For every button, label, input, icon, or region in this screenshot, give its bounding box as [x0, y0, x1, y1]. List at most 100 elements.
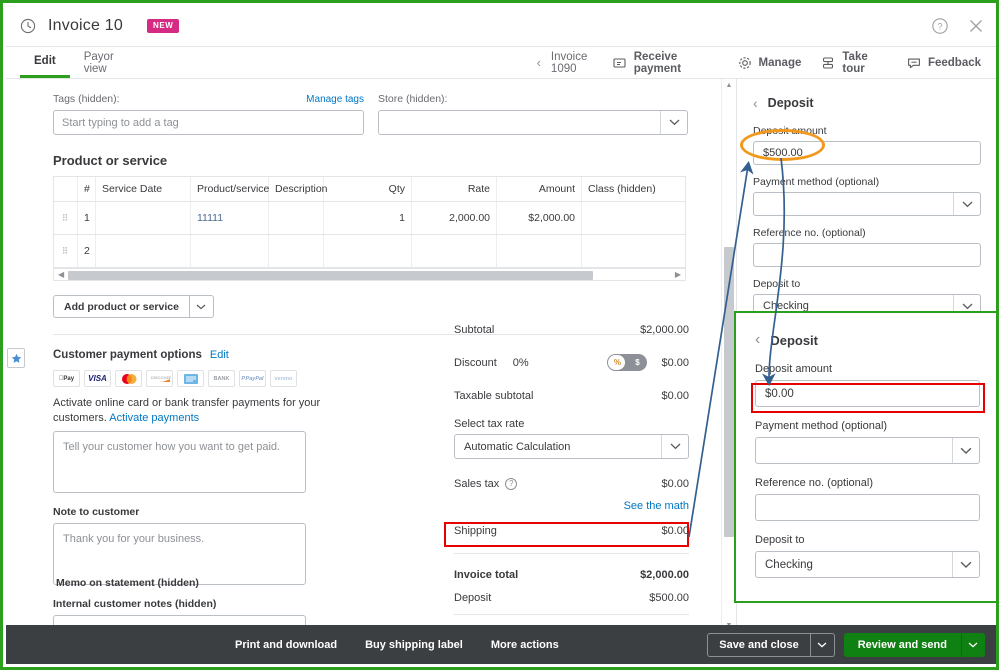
cell-description[interactable] — [269, 202, 324, 234]
manage-button[interactable]: Manage — [738, 56, 801, 70]
tags-store-row: Tags (hidden): Manage tags Start typing … — [53, 93, 699, 135]
add-product-button[interactable]: Add product or service — [53, 295, 190, 318]
deposit-row[interactable]: Deposit $500.00 — [454, 587, 689, 608]
scroll-right-icon[interactable]: ▶ — [671, 270, 685, 279]
review-and-send-button[interactable]: Review and send — [843, 632, 961, 657]
cell-rate[interactable]: 2,000.00 — [412, 202, 497, 234]
breadcrumb-label: Invoice 1090 — [550, 50, 588, 75]
callout-reference-no-input[interactable] — [755, 494, 980, 521]
cell-class[interactable] — [582, 202, 667, 234]
cell-rate[interactable] — [412, 235, 497, 267]
col-number: # — [78, 177, 96, 201]
reference-no-input[interactable] — [753, 243, 981, 267]
shipping-row: Shipping $0.00 — [454, 520, 689, 541]
chevron-down-icon[interactable] — [952, 438, 979, 463]
vertical-scrollbar-thumb[interactable] — [724, 247, 734, 537]
subtotal-row: Subtotal $2,000.00 — [454, 319, 689, 340]
table-row[interactable]: ⠿ 1 11111 1 2,000.00 $2,000.00 — [54, 202, 685, 235]
new-badge: NEW — [146, 19, 180, 33]
sales-tax-row: Sales tax ? $0.00 — [454, 473, 689, 494]
chevron-left-icon[interactable]: ‹ — [753, 95, 758, 111]
table-horizontal-scrollbar[interactable]: ◀ ▶ — [53, 268, 686, 281]
send-chevron-down-icon[interactable] — [961, 632, 985, 657]
payment-method-select[interactable] — [753, 192, 981, 216]
chevron-down-icon[interactable] — [952, 552, 979, 577]
apple-pay-icon: Pay — [53, 370, 80, 387]
col-product: Product/service — [191, 177, 269, 201]
page-vertical-scrollbar[interactable]: ▲ ▼ — [721, 79, 735, 631]
cell-amount — [497, 235, 582, 267]
shortcut-star-button[interactable] — [7, 348, 25, 368]
take-tour-label: Take tour — [842, 50, 868, 75]
taxable-subtotal-value: $0.00 — [661, 389, 689, 402]
manage-tags-link[interactable]: Manage tags — [306, 94, 364, 105]
note-to-customer-textarea[interactable]: Thank you for your business. — [53, 523, 306, 585]
mastercard-icon — [115, 370, 142, 387]
save-and-close-button[interactable]: Save and close — [707, 632, 811, 657]
payment-method-label: Payment method (optional) — [753, 176, 880, 188]
chevron-down-icon[interactable] — [661, 435, 688, 458]
close-icon[interactable] — [967, 17, 985, 35]
app-window: Invoice 10 NEW ? Edit Payor view ‹ Invoi… — [0, 0, 999, 670]
discount-value: $0.00 — [661, 356, 689, 369]
chevron-left-icon[interactable]: ‹ — [755, 331, 760, 349]
buy-shipping-label-button[interactable]: Buy shipping label — [365, 639, 463, 651]
scrollbar-thumb[interactable] — [68, 271, 593, 280]
cell-description[interactable] — [269, 235, 324, 267]
invoice-total-label: Invoice total — [454, 568, 519, 581]
payment-message-textarea[interactable]: Tell your customer how you want to get p… — [53, 431, 306, 493]
tags-input[interactable]: Start typing to add a tag — [53, 110, 364, 135]
drag-handle-icon[interactable]: ⠿ — [54, 202, 78, 234]
cell-service-date[interactable] — [96, 202, 191, 234]
activate-payments-link[interactable]: Activate payments — [109, 412, 199, 424]
receive-payment-button[interactable]: Receive payment — [613, 51, 718, 75]
take-tour-button[interactable]: Take tour — [821, 51, 887, 75]
sales-tax-label: Sales tax — [454, 477, 500, 490]
add-product-group: Add product or service — [53, 295, 214, 318]
store-select[interactable] — [378, 110, 688, 135]
scroll-left-icon[interactable]: ◀ — [54, 270, 68, 279]
note-placeholder: Thank you for your business. — [63, 533, 205, 545]
cell-product[interactable]: 11111 — [191, 202, 269, 234]
totals-divider — [454, 614, 689, 615]
deposit-callout-panel: ‹ Deposit Deposit amount $0.00 Payment m… — [734, 311, 996, 603]
sales-tax-help-icon[interactable]: ? — [505, 477, 518, 490]
table-row[interactable]: ⠿ 2 — [54, 235, 685, 268]
chevron-down-icon[interactable] — [953, 193, 980, 215]
breadcrumb[interactable]: ‹ Invoice 1090 — [537, 47, 613, 78]
print-and-download-button[interactable]: Print and download — [235, 639, 337, 651]
chevron-down-icon[interactable] — [660, 111, 687, 134]
cell-qty[interactable] — [324, 235, 412, 267]
tab-edit[interactable]: Edit — [20, 47, 70, 78]
cell-product[interactable] — [191, 235, 269, 267]
callout-deposit-to-select[interactable]: Checking — [755, 551, 980, 578]
payment-options-edit-link[interactable]: Edit — [210, 349, 229, 361]
see-the-math-link[interactable]: See the math — [454, 500, 689, 512]
more-actions-button[interactable]: More actions — [491, 639, 559, 651]
save-chevron-down-icon[interactable] — [810, 632, 835, 657]
drag-handle-icon[interactable]: ⠿ — [54, 235, 78, 267]
discount-percent[interactable]: 0% — [513, 357, 529, 369]
tax-rate-select[interactable]: Automatic Calculation — [454, 434, 689, 459]
scroll-up-icon[interactable]: ▲ — [722, 79, 736, 91]
cell-service-date[interactable] — [96, 235, 191, 267]
discount-type-toggle[interactable]: % $ — [607, 354, 648, 371]
invoice-total-row: Invoice total $2,000.00 — [454, 564, 689, 585]
svg-text:?: ? — [937, 22, 942, 32]
paypal-icon: P PayPal — [239, 370, 266, 387]
svg-text:DISCOVER: DISCOVER — [151, 375, 171, 380]
tab-payor-view[interactable]: Payor view — [70, 47, 152, 78]
feedback-button[interactable]: Feedback — [907, 56, 981, 70]
deposit-amount-input[interactable]: $500.00 — [753, 141, 981, 165]
callout-deposit-amount-input[interactable]: $0.00 — [755, 380, 980, 407]
amex-icon — [177, 370, 204, 387]
receive-payment-label: Receive payment — [633, 50, 682, 75]
cell-qty[interactable]: 1 — [324, 202, 412, 234]
callout-reference-no-label: Reference no. (optional) — [755, 477, 874, 489]
callout-payment-method-select[interactable] — [755, 437, 980, 464]
cell-class[interactable] — [582, 235, 667, 267]
tab-bar: Edit Payor view ‹ Invoice 1090 Receive p… — [6, 47, 996, 79]
chevron-left-icon[interactable]: ‹ — [537, 55, 541, 70]
add-product-chevron-down-icon[interactable] — [189, 295, 214, 318]
help-icon[interactable]: ? — [931, 17, 949, 35]
